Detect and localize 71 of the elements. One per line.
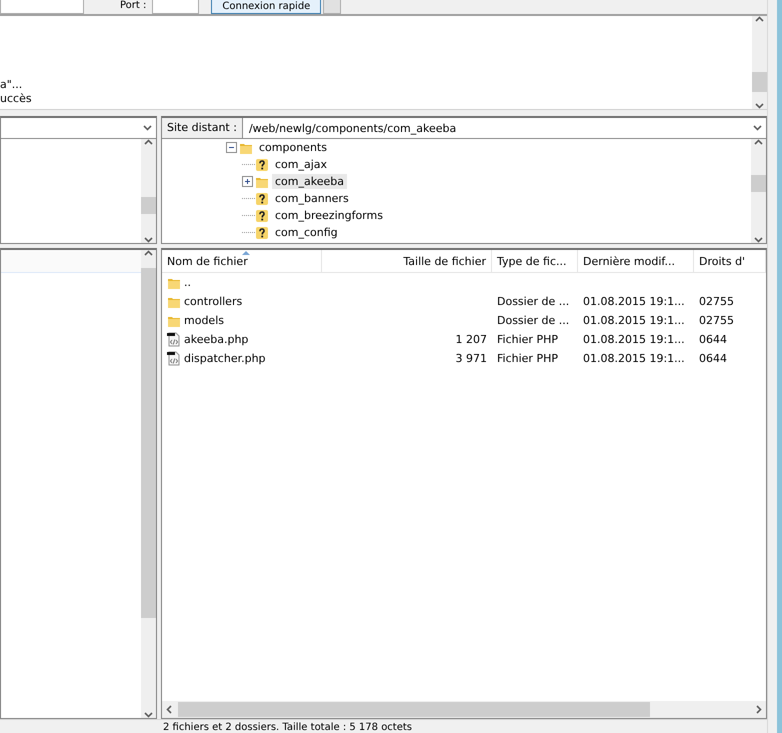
tree-item[interactable]: com_config <box>272 225 341 240</box>
tree-item[interactable]: com_breezingforms <box>272 208 386 223</box>
column-header[interactable]: Nom de fichier <box>162 250 322 272</box>
scroll-down-icon[interactable] <box>144 237 153 243</box>
table-cell-text: 02755 <box>698 295 735 308</box>
question-icon <box>255 208 269 222</box>
scroll-right-icon[interactable] <box>756 705 762 714</box>
horizontal-scrollbar[interactable] <box>162 701 766 718</box>
log-line: uccès <box>0 92 33 106</box>
question-icon <box>255 192 269 206</box>
table-cell-text: Fichier PHP <box>496 333 559 346</box>
tree-item[interactable]: com_banners <box>272 191 352 206</box>
log-line: a"... <box>0 78 24 92</box>
table-cell-text: 1 207 <box>454 333 488 346</box>
table-cell-text: 0644 <box>698 333 728 346</box>
dropdown-icon[interactable] <box>143 125 152 131</box>
column-header[interactable]: Type de fic... <box>492 250 578 272</box>
question-icon <box>255 158 269 172</box>
scroll-left-icon[interactable] <box>166 705 172 714</box>
vertical-scrollbar[interactable] <box>141 250 156 718</box>
file-name-cell[interactable]: .. <box>162 276 322 290</box>
scroll-down-icon[interactable] <box>144 712 153 718</box>
scroll-up-icon[interactable] <box>144 139 153 145</box>
sort-ascending-icon <box>242 250 250 255</box>
table-cell-text: 0644 <box>698 352 728 365</box>
file-name-cell[interactable]: controllers <box>162 294 322 308</box>
table-cell-text: Dossier de ... <box>496 295 570 308</box>
scrollbar-thumb[interactable] <box>751 175 766 192</box>
table-cell-text: Fichier PHP <box>496 352 559 365</box>
table-cell-text: 01.08.2015 19:1... <box>582 352 686 365</box>
question-icon <box>255 226 269 240</box>
scrollbar-thumb[interactable] <box>752 72 768 92</box>
scroll-down-icon[interactable] <box>755 103 764 109</box>
column-header[interactable]: Taille de fichier <box>322 250 492 272</box>
scrollbar-thumb[interactable] <box>141 268 156 618</box>
table-cell-text: 3 971 <box>454 352 488 365</box>
host-field[interactable] <box>0 0 84 14</box>
tree-item[interactable]: com_akeeba <box>272 174 347 189</box>
scroll-up-icon[interactable] <box>144 250 153 256</box>
remote-path-combo[interactable]: Site distant : /web/newlg/components/com_akeeba <box>162 118 766 139</box>
file-name-cell[interactable]: dispatcher.php <box>162 351 322 366</box>
expand-icon[interactable] <box>242 176 253 187</box>
dropdown-icon[interactable] <box>753 125 762 131</box>
table-cell-text: 01.08.2015 19:1... <box>582 333 686 346</box>
tree-item[interactable]: com_ajax <box>272 157 330 172</box>
scrollbar-thumb[interactable] <box>141 197 156 214</box>
vertical-scrollbar[interactable] <box>141 139 156 243</box>
port-field[interactable] <box>152 0 200 14</box>
table-cell-text: Dossier de ... <box>496 314 570 327</box>
code-file-icon <box>167 332 181 347</box>
status-text: 2 fichiers et 2 dossiers. Taille totale : 5 178 octets <box>163 722 412 733</box>
code-file-icon <box>167 351 181 366</box>
remote-site-label: Site distant : <box>162 118 243 138</box>
scroll-up-icon[interactable] <box>755 16 764 22</box>
quickconnect-button[interactable]: Connexion rapide <box>211 0 322 14</box>
vertical-scrollbar[interactable] <box>751 139 766 243</box>
scroll-up-icon[interactable] <box>754 139 764 145</box>
scrollbar-thumb[interactable] <box>178 702 650 717</box>
remote-path: /web/newlg/components/com_akeeba <box>248 122 458 134</box>
column-header[interactable]: Dernière modif... <box>578 250 694 272</box>
table-cell-text: 02755 <box>698 314 735 327</box>
vertical-scrollbar[interactable] <box>752 16 768 109</box>
column-header[interactable]: Droits d' <box>694 250 766 272</box>
table-cell-text: 01.08.2015 19:1... <box>582 314 686 327</box>
table-cell-text: 01.08.2015 19:1... <box>582 295 686 308</box>
port-label: Port : <box>120 0 146 13</box>
collapse-icon[interactable] <box>226 142 237 153</box>
scroll-down-icon[interactable] <box>754 237 764 243</box>
tree-item[interactable]: components <box>256 140 330 155</box>
file-name-cell[interactable]: models <box>162 314 322 328</box>
file-name-cell[interactable]: akeeba.php <box>162 332 322 347</box>
